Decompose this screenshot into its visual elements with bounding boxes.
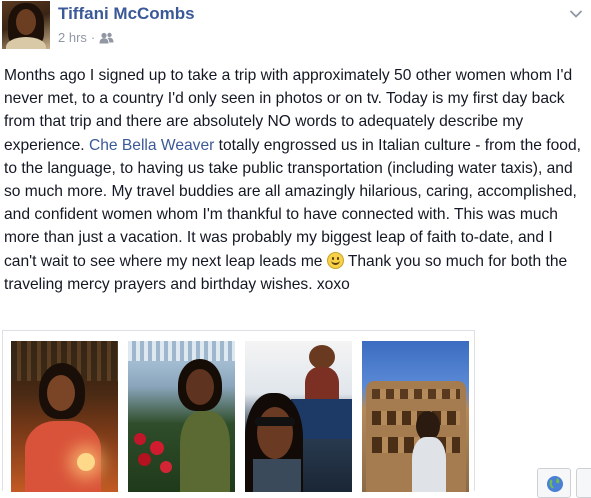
post-message: Months ago I signed up to take a trip wi… [4, 67, 581, 293]
side-button[interactable] [576, 468, 591, 498]
photo-water-taxi[interactable] [245, 341, 352, 492]
globe-icon [547, 476, 563, 492]
globe-button[interactable] [537, 468, 571, 498]
photo-garden-roses[interactable] [128, 341, 235, 492]
chevron-down-icon[interactable] [569, 6, 583, 18]
photo-attachment [2, 330, 475, 492]
photo-birthday-dinner[interactable] [11, 341, 118, 492]
post-meta: 2 hrs · [58, 30, 114, 45]
author-name-link[interactable]: Tiffani McCombs [58, 4, 195, 24]
mention-link[interactable]: Che Bella Weaver [89, 137, 214, 154]
friends-icon[interactable] [99, 32, 114, 44]
post-timestamp[interactable]: 2 hrs [58, 30, 87, 45]
author-avatar[interactable] [2, 1, 50, 49]
smiley-emoji-icon [326, 251, 344, 269]
photo-colosseum[interactable] [362, 341, 469, 492]
